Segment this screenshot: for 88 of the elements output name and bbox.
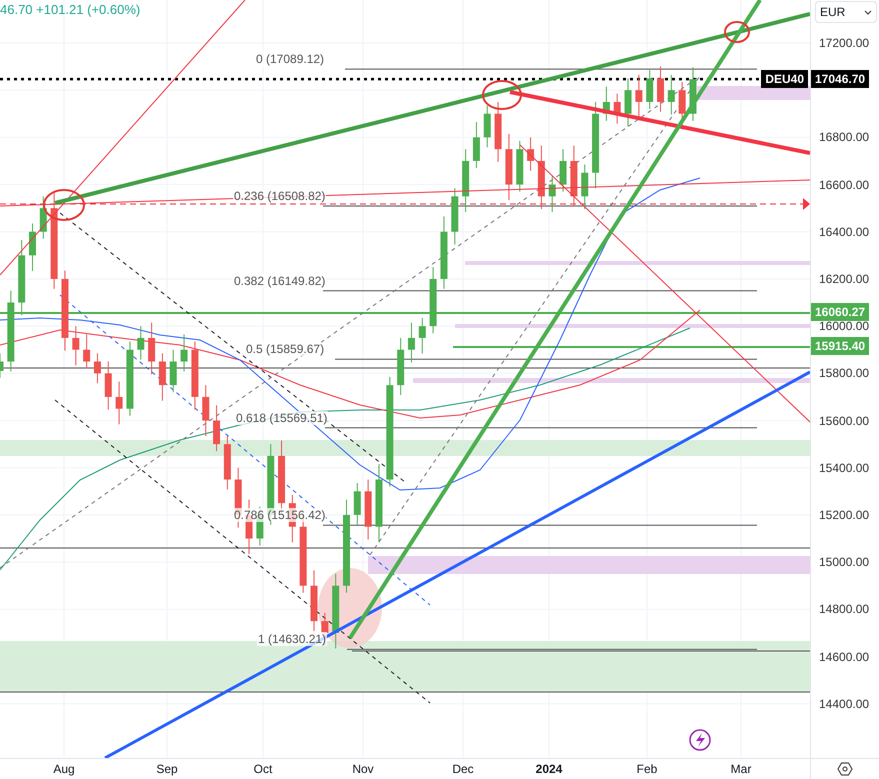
candlestick bbox=[494, 101, 502, 162]
candlestick bbox=[418, 317, 426, 354]
candlestick bbox=[538, 145, 545, 210]
candlestick bbox=[635, 74, 642, 118]
candlestick bbox=[581, 164, 588, 210]
time-label: 2024 bbox=[536, 762, 562, 776]
candlestick bbox=[516, 140, 524, 192]
candlestick bbox=[548, 176, 556, 212]
price-tag: 16060.27 bbox=[811, 302, 870, 321]
candlestick bbox=[560, 148, 567, 192]
candlestick bbox=[408, 322, 415, 363]
candlestick bbox=[170, 349, 177, 393]
candlestick bbox=[451, 188, 458, 245]
fib-level-label: 1 (14630.21) bbox=[257, 632, 328, 646]
price-tick: 16800.00 bbox=[819, 130, 870, 144]
candlestick bbox=[224, 435, 231, 490]
candlestick bbox=[657, 66, 664, 112]
price-tick: 14600.00 bbox=[819, 650, 870, 664]
time-label: Nov bbox=[352, 762, 374, 776]
candlestick bbox=[83, 334, 90, 370]
candlestick bbox=[472, 122, 480, 169]
currency-dropdown[interactable]: EUR bbox=[815, 1, 877, 23]
time-label: Aug bbox=[53, 762, 75, 776]
price-change-text: 46.70 +101.21 (+0.60%) bbox=[0, 2, 140, 17]
candlestick bbox=[0, 352, 4, 379]
price-tick: 15200.00 bbox=[819, 508, 870, 522]
candlestick bbox=[570, 145, 578, 207]
candlestick bbox=[678, 81, 686, 130]
time-label: Mar bbox=[730, 762, 752, 776]
price-tick: 16600.00 bbox=[819, 178, 870, 192]
candlestick bbox=[104, 361, 112, 410]
price-tick: 15600.00 bbox=[819, 414, 870, 428]
candlestick bbox=[158, 352, 166, 402]
fib-level-label: 0.786 (15156.42) bbox=[233, 508, 326, 522]
fib-level-label: 0.5 (15859.67) bbox=[245, 342, 326, 356]
time-label: Dec bbox=[452, 762, 474, 776]
candlestick bbox=[505, 133, 512, 201]
price-tick: 16400.00 bbox=[819, 224, 870, 239]
candlestick bbox=[40, 196, 47, 240]
candlestick bbox=[148, 322, 156, 375]
price-tick: 16000.00 bbox=[819, 319, 870, 334]
candlestick bbox=[94, 352, 101, 384]
level-marker-icon bbox=[803, 198, 810, 210]
candlestick bbox=[430, 266, 437, 334]
price-tag: 17046.70 bbox=[811, 70, 870, 88]
price-tick: 15800.00 bbox=[819, 366, 870, 380]
symbol-tag: DEU40 bbox=[761, 70, 808, 88]
candlestick bbox=[28, 222, 36, 272]
candlestick bbox=[354, 482, 361, 526]
price-tick: 14800.00 bbox=[819, 602, 870, 616]
candlestick bbox=[213, 404, 220, 452]
price-tick: 16200.00 bbox=[819, 272, 870, 286]
price-tag: 15915.40 bbox=[811, 337, 870, 356]
candlestick bbox=[72, 326, 80, 366]
candlestick bbox=[646, 70, 654, 110]
settings-icon[interactable] bbox=[837, 761, 853, 777]
candlestick bbox=[602, 86, 610, 122]
candlestick bbox=[614, 93, 621, 124]
candlestick bbox=[462, 148, 470, 212]
candlestick bbox=[624, 78, 632, 127]
candlestick bbox=[137, 326, 144, 360]
candlestick bbox=[202, 384, 210, 437]
candlestick bbox=[690, 66, 696, 122]
candlestick bbox=[180, 334, 188, 372]
price-tick: 14400.00 bbox=[819, 696, 870, 711]
chevron-icon bbox=[864, 10, 872, 14]
candlestick bbox=[364, 479, 372, 540]
price-tick: 15400.00 bbox=[819, 460, 870, 475]
fib-level-label: 0 (17089.12) bbox=[255, 52, 326, 66]
marker-circle bbox=[724, 21, 750, 43]
marker-circle bbox=[482, 80, 522, 110]
time-label: Sep bbox=[156, 762, 178, 776]
candlestick bbox=[116, 381, 123, 425]
time-label: Oct bbox=[254, 762, 272, 776]
candlestick bbox=[527, 136, 534, 172]
lightning-icon[interactable] bbox=[689, 729, 711, 751]
fib-level-label: 0.618 (15569.51) bbox=[235, 410, 328, 425]
fib-level-label: 0.236 (16508.82) bbox=[233, 189, 326, 204]
time-label: Feb bbox=[636, 762, 658, 776]
candlestick bbox=[191, 340, 198, 410]
price-tick: 15000.00 bbox=[819, 555, 870, 570]
fib-level-label: 0.382 (16149.82) bbox=[233, 274, 326, 288]
candlestick bbox=[484, 105, 491, 148]
price-tick: 17200.00 bbox=[819, 36, 870, 50]
marker-circle bbox=[43, 189, 85, 221]
candlestick bbox=[668, 74, 675, 116]
candlestick bbox=[397, 337, 404, 396]
candlestick bbox=[310, 570, 318, 632]
